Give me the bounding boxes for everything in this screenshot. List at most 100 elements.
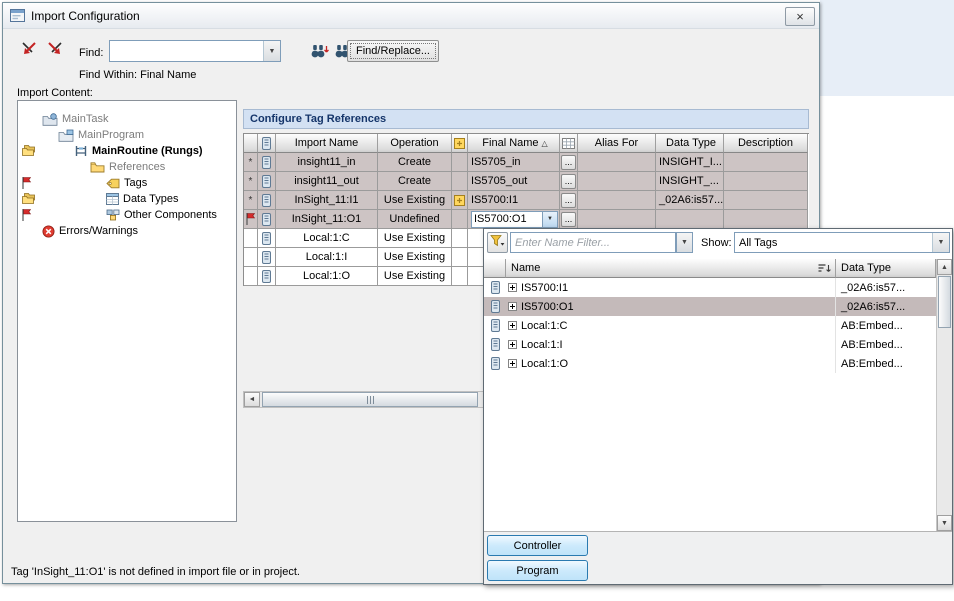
scrollbar-thumb[interactable] xyxy=(938,276,951,328)
chevron-down-icon[interactable]: ▼ xyxy=(932,233,949,252)
filter-funnel-button[interactable] xyxy=(487,232,508,253)
tree-item-tags[interactable]: Tags xyxy=(106,175,147,191)
tag-type-column-header[interactable] xyxy=(258,134,276,153)
browse-cell: ... xyxy=(560,210,578,229)
tree-item-references[interactable]: References xyxy=(90,159,165,175)
dialog-titlebar[interactable]: Import Configuration × xyxy=(3,3,819,29)
program-button[interactable]: Program xyxy=(487,560,588,581)
tree-item-label: Other Components xyxy=(124,209,217,221)
browser-data-type-column-header[interactable]: Data Type xyxy=(836,259,936,278)
find-replace-button[interactable]: Find/Replace... xyxy=(347,40,439,62)
scrollbar-thumb[interactable] xyxy=(262,392,478,407)
find-next-button[interactable] xyxy=(307,39,331,63)
tree-item-maintask[interactable]: MainTask xyxy=(42,111,108,127)
device-icon xyxy=(491,319,500,332)
column-filter-icon[interactable] xyxy=(817,263,832,274)
tree-item-errors-warnings[interactable]: Errors/Warnings xyxy=(42,223,138,239)
final-name-column-header[interactable]: Final Name △ xyxy=(468,134,560,153)
filter-funnel-icon xyxy=(490,234,505,248)
tag-name-cell: IS5700:I1 xyxy=(506,278,836,297)
import-name-cell: Local:1:O xyxy=(276,267,378,286)
find-combobox[interactable]: ▼ xyxy=(109,40,281,62)
chevron-down-icon[interactable]: ▼ xyxy=(263,41,280,61)
tag-browser-row[interactable]: IS5700:O1_02A6:is57... xyxy=(484,297,936,316)
table-row[interactable]: InSight_11:O1UndefinedIS5700:O1▼... xyxy=(244,210,809,229)
tag-datatype-cell: AB:Embed... xyxy=(836,358,936,370)
chevron-down-icon[interactable]: ▼ xyxy=(542,212,557,227)
program-folder-icon xyxy=(58,129,74,142)
flag-icon xyxy=(21,208,32,222)
next-item-arrow-button[interactable] xyxy=(43,37,67,61)
tag-browser-row[interactable]: IS5700:I1_02A6:is57... xyxy=(484,278,936,297)
tree-item-data-types[interactable]: Data Types xyxy=(106,191,178,207)
browse-button[interactable]: ... xyxy=(561,174,576,189)
reference-column-header[interactable] xyxy=(452,134,468,153)
close-button[interactable]: × xyxy=(785,7,815,26)
import-name-column-header[interactable]: Import Name xyxy=(276,134,378,153)
show-value: All Tags xyxy=(739,237,777,249)
name-filter-input[interactable] xyxy=(510,232,676,253)
scroll-left-arrow[interactable]: ◄ xyxy=(244,392,260,407)
name-column-header[interactable]: Name xyxy=(506,259,836,278)
browse-button[interactable]: ... xyxy=(561,193,576,208)
scrollbar-track[interactable] xyxy=(937,329,952,515)
final-name-value: IS5700:I1 xyxy=(471,194,518,206)
row-state-cell xyxy=(244,210,258,229)
table-row[interactable]: *insight11_inCreateIS5705_in...INSIGHT_I… xyxy=(244,153,809,172)
tree-item-mainprogram[interactable]: MainProgram xyxy=(58,127,144,143)
expand-icon[interactable] xyxy=(508,359,517,368)
browser-scope-strip: Controller Program xyxy=(484,531,952,584)
tree-item-mainroutine-rungs[interactable]: MainRoutine (Rungs) xyxy=(74,143,203,159)
tree-item-other-components[interactable]: Other Components xyxy=(106,207,217,223)
final-name-combobox[interactable]: IS5700:O1▼ xyxy=(471,211,558,228)
expand-icon[interactable] xyxy=(508,321,517,330)
expand-icon[interactable] xyxy=(508,302,517,311)
import-content-label: Import Content: xyxy=(17,87,93,99)
description-column-header[interactable]: Description xyxy=(724,134,808,153)
alias-for-column-header[interactable]: Alias For xyxy=(578,134,656,153)
tag-name-label: Local:1:O xyxy=(521,358,568,370)
import-name-cell: Local:1:C xyxy=(276,229,378,248)
device-icon xyxy=(262,156,271,169)
data-type-column-header[interactable]: Data Type xyxy=(656,134,724,153)
browse-column-header[interactable] xyxy=(560,134,578,153)
tag-browser-row[interactable]: Local:1:CAB:Embed... xyxy=(484,316,936,335)
final-name-cell[interactable]: IS5700:O1▼ xyxy=(468,210,560,229)
prev-item-arrow-button[interactable] xyxy=(17,37,41,61)
tree-item-label: MainTask xyxy=(62,113,108,125)
tag-name-label: Local:1:I xyxy=(521,339,563,351)
thumb-grip xyxy=(367,396,368,404)
scroll-down-arrow[interactable]: ▼ xyxy=(937,515,952,531)
task-folder-icon xyxy=(42,113,58,126)
tag-name-label: IS5700:O1 xyxy=(521,301,574,313)
final-name-cell: IS5705_out xyxy=(468,172,560,191)
dialog-window-icon xyxy=(10,9,25,22)
operation-column-header[interactable]: Operation xyxy=(378,134,452,153)
filter-dropdown-button[interactable]: ▼ xyxy=(676,232,693,253)
table-row[interactable]: *insight11_outCreateIS5705_out...INSIGHT… xyxy=(244,172,809,191)
show-combobox[interactable]: All Tags ▼ xyxy=(734,232,950,253)
browse-button[interactable]: ... xyxy=(561,155,576,170)
browse-button[interactable]: ... xyxy=(561,212,576,227)
grid-icon xyxy=(562,138,575,149)
find-input[interactable] xyxy=(110,41,263,61)
expand-icon[interactable] xyxy=(508,283,517,292)
tag-browser-row[interactable]: Local:1:IAB:Embed... xyxy=(484,335,936,354)
alias-for-cell xyxy=(578,210,656,229)
expand-icon[interactable] xyxy=(508,340,517,349)
row-state-cell xyxy=(244,229,258,248)
reference-icon-cell xyxy=(452,191,468,210)
table-row[interactable]: *InSight_11:I1Use ExistingIS5700:I1..._0… xyxy=(244,191,809,210)
tag-browser-row[interactable]: Local:1:O AB:Embed... xyxy=(484,354,936,373)
vertical-scrollbar[interactable]: ▲ ▼ xyxy=(936,259,952,531)
row-state-column-header[interactable] xyxy=(244,134,258,153)
operation-cell: Use Existing xyxy=(378,248,452,267)
alias-for-cell xyxy=(578,191,656,210)
controller-button[interactable]: Controller xyxy=(487,535,588,556)
browse-cell: ... xyxy=(560,153,578,172)
device-icon xyxy=(491,281,500,294)
row-state-label: * xyxy=(249,157,253,168)
next-item-arrow-icon xyxy=(45,39,65,59)
device-icon xyxy=(491,300,500,313)
scroll-up-arrow[interactable]: ▲ xyxy=(937,259,952,275)
